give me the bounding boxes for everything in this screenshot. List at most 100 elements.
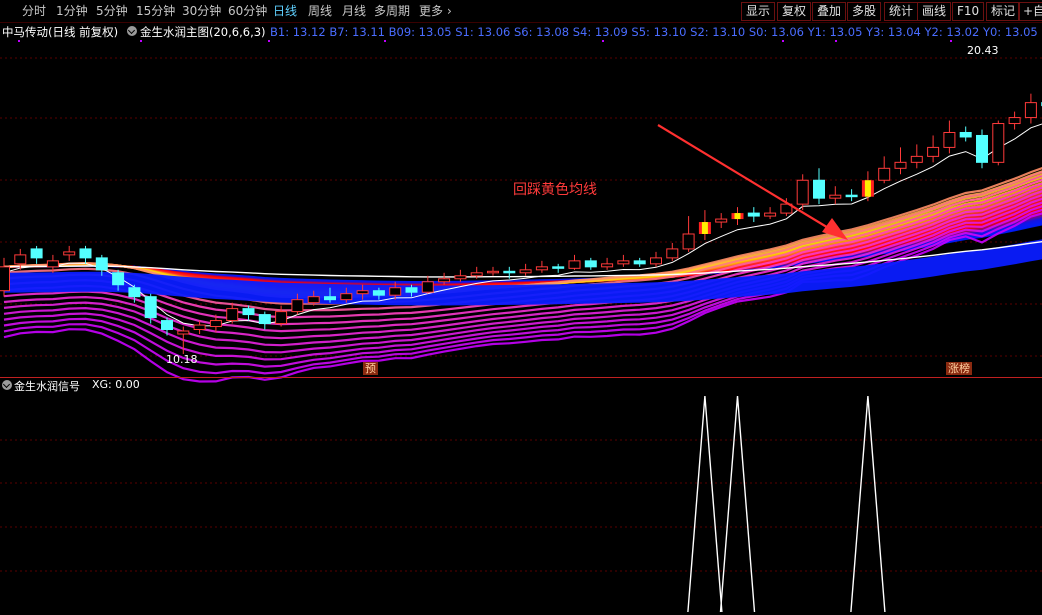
candle-body [307, 296, 320, 304]
toolbar-button[interactable]: +自 [1018, 2, 1042, 21]
candle-body [666, 248, 679, 259]
candle-body [193, 324, 206, 331]
candle-body [356, 290, 369, 295]
candle-body [601, 263, 614, 268]
toolbar-button[interactable]: 复权 [777, 2, 812, 21]
candle-body [535, 266, 548, 271]
marker-zhangting[interactable]: 涨榜 [946, 362, 972, 375]
candle-body [894, 161, 907, 169]
candle-body [144, 296, 157, 319]
candle-body [63, 251, 76, 256]
chevron-down-icon[interactable] [127, 26, 137, 36]
candle-body [747, 212, 760, 217]
candle-body [519, 269, 532, 274]
candle-body [372, 290, 385, 296]
signal-candle-inner [864, 180, 871, 197]
signal-spike [719, 395, 756, 613]
annotation-text: 回踩黄色均线 [513, 182, 597, 198]
candle-body [209, 320, 222, 328]
candle-body [764, 212, 777, 217]
candle-body [959, 131, 972, 138]
candle-body [389, 287, 402, 296]
candle-body [943, 131, 956, 148]
candle-body [845, 194, 858, 198]
toolbar: 分时 1分钟 5分钟 15分钟 30分钟 60分钟 日线 周线 月线 多周期 更多 › 显示 复权 叠加 多股… [0, 0, 1042, 23]
chevron-right-icon[interactable]: › [447, 3, 452, 19]
indicator-values: B1: 13.12 B7: 13.11 B09: 13.05 S1: 13.06… [270, 25, 1038, 39]
period-tab[interactable]: 15分钟 [136, 3, 175, 19]
period-tab[interactable]: 分时 [22, 3, 46, 19]
toolbar-button[interactable]: 显示 [741, 2, 776, 21]
candle-body [258, 314, 271, 325]
toolbar-button[interactable]: F10 [952, 2, 985, 21]
candle-body [46, 260, 59, 268]
candle-body [650, 257, 662, 265]
candle-body [910, 155, 923, 163]
candle-body [30, 248, 43, 259]
period-tab[interactable]: 30分钟 [182, 3, 221, 19]
low-price-label: 10.18 [166, 353, 198, 366]
candle-body [617, 260, 630, 265]
period-tab[interactable]: 月线 [342, 3, 366, 19]
toolbar-button[interactable]: 多股 [847, 2, 882, 21]
period-tab[interactable]: 1分钟 [56, 3, 88, 19]
toolbar-button[interactable]: 画线 [917, 2, 952, 21]
chevron-down-icon[interactable] [2, 380, 12, 390]
period-tab[interactable]: 60分钟 [228, 3, 267, 19]
candle-body [112, 272, 125, 286]
period-tab[interactable]: 多周期 [374, 3, 410, 19]
xg-value: XG: 0.00 [92, 378, 140, 391]
signal-candle-inner [701, 222, 708, 234]
high-price-label: 20.43 [967, 44, 999, 57]
candle-body [454, 275, 467, 280]
period-tab[interactable]: 周线 [308, 3, 332, 19]
candle-body [405, 287, 418, 293]
marker-yu[interactable]: 预 [363, 362, 378, 375]
candle-body [128, 287, 141, 298]
candle-body [291, 299, 304, 313]
candle-body [682, 233, 695, 250]
period-tab[interactable]: 5分钟 [96, 3, 128, 19]
period-tab[interactable]: 日线 [273, 3, 297, 19]
pane-divider[interactable] [0, 377, 1042, 378]
candle-body [177, 330, 190, 335]
toolbar-button[interactable]: 标记 [986, 2, 1021, 21]
candle-body [421, 281, 434, 293]
candle-body [0, 266, 10, 292]
candle-body [1008, 117, 1021, 125]
candle-body [1024, 102, 1037, 119]
candle-body [324, 296, 336, 301]
toolbar-button[interactable]: 叠加 [812, 2, 847, 21]
signal-candle-inner [734, 213, 741, 220]
candle-body [829, 194, 842, 199]
candle-body [95, 257, 108, 271]
candle-body [470, 272, 483, 277]
candle-body [878, 167, 891, 181]
candle-body [79, 248, 92, 259]
candle-body [715, 218, 728, 223]
period-tab[interactable]: 更多 [419, 3, 443, 19]
signal-spike [850, 395, 886, 613]
candle-body [226, 308, 239, 322]
signal-spike [687, 395, 723, 613]
stock-title[interactable]: 中马传动(日线 前复权) [2, 25, 118, 39]
candle-body [242, 308, 255, 316]
candle-body [438, 278, 451, 283]
candle-body [584, 260, 597, 268]
candle-body [813, 179, 825, 199]
candle-body [992, 123, 1005, 163]
candle-body [340, 293, 353, 301]
candle-body [633, 260, 646, 265]
candle-body [796, 179, 809, 205]
candle-body [568, 260, 581, 269]
candle-body [275, 311, 288, 325]
sub-indicator-title[interactable]: 金生水润信号 [14, 378, 80, 394]
toolbar-button[interactable]: 统计 [884, 2, 919, 21]
indicator-main-label[interactable]: 金生水润主图(20,6,6,3) [140, 25, 266, 39]
stock-info-bar: 中马传动(日线 前复权) 金生水润主图(20,6,6,3) B1: 13.12 … [0, 23, 1042, 41]
candle-body [503, 270, 516, 274]
annotation-arrow-line [657, 124, 836, 233]
candle-body [552, 266, 565, 269]
candle-body [927, 146, 940, 157]
chart-canvas[interactable] [0, 0, 1042, 615]
